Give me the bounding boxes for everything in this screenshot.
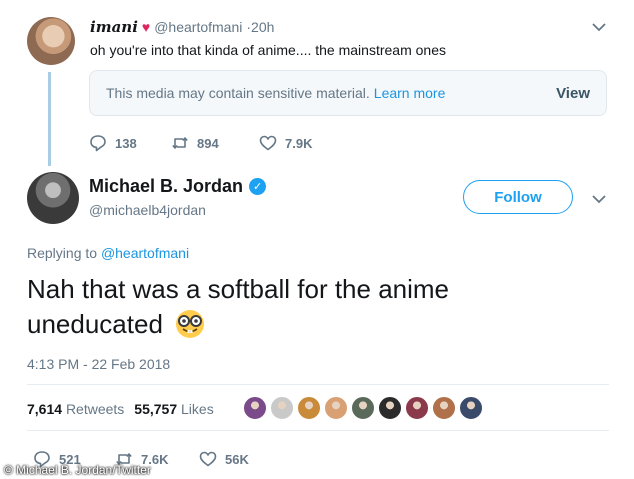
liker-avatar[interactable]	[243, 396, 267, 420]
heart-icon	[199, 451, 217, 467]
retweet-total: 7,614	[27, 401, 63, 417]
liker-avatar[interactable]	[459, 396, 483, 420]
tweet-text: Nah that was a softball for the anime un…	[27, 272, 587, 342]
liker-avatar[interactable]	[351, 396, 375, 420]
avatar[interactable]	[27, 172, 79, 224]
likes-stat[interactable]: 55,757 Likes	[134, 401, 213, 417]
view-media-button[interactable]: View	[556, 85, 590, 102]
follow-button[interactable]: Follow	[463, 180, 573, 214]
liker-avatar[interactable]	[324, 396, 348, 420]
liker-avatars	[243, 396, 483, 420]
like-total: 55,757	[134, 401, 178, 417]
retweet-count: 894	[197, 135, 219, 151]
photo-credit: © Michael B. Jordan/Twitter	[4, 463, 151, 477]
retweet-button[interactable]: 894	[171, 134, 259, 152]
reply-count: 138	[115, 135, 137, 151]
like-button[interactable]: 7.9K	[259, 134, 312, 152]
author-name[interactable]: Michael B. Jordan	[89, 176, 243, 197]
retweets-stat[interactable]: 7,614 Retweets	[27, 401, 124, 417]
heart-icon	[259, 135, 277, 151]
sensitive-media-notice: This media may contain sensitive materia…	[89, 70, 607, 116]
retweets-label: Retweets	[65, 401, 125, 417]
engagement-stats: 7,614 Retweets 55,757 Likes	[27, 401, 214, 417]
liker-avatar[interactable]	[378, 396, 402, 420]
divider	[27, 430, 609, 431]
reply-button[interactable]: 138	[89, 134, 171, 152]
tweet-timestamp[interactable]: 4:13 PM - 22 Feb 2018	[27, 356, 170, 372]
tweet-time[interactable]: ·20h	[246, 19, 274, 35]
liker-avatar[interactable]	[297, 396, 321, 420]
retweet-icon	[172, 137, 188, 149]
author-handle[interactable]: @heartofmani	[154, 19, 242, 35]
author-name[interactable]: imani	[90, 18, 138, 36]
replying-to-handle-link[interactable]: @heartofmani	[101, 245, 189, 261]
learn-more-link[interactable]: Learn more	[374, 85, 446, 101]
heart-emoji-icon: ♥	[141, 19, 151, 35]
chevron-down-icon[interactable]	[592, 194, 606, 204]
liker-avatar[interactable]	[405, 396, 429, 420]
replying-to: Replying to @heartofmani	[27, 245, 189, 261]
like-count: 7.9K	[285, 135, 313, 151]
thread-line	[48, 72, 51, 166]
divider	[27, 384, 609, 385]
replying-to-label: Replying to	[27, 245, 98, 261]
nerd-face-emoji-icon	[176, 310, 205, 338]
likes-label: Likes	[181, 401, 214, 417]
tweet-text: oh you're into that kinda of anime.... t…	[90, 42, 446, 58]
parent-tweet-actions: 138 894 7.9K	[89, 134, 312, 152]
parent-tweet-header: imani ♥ @heartofmani ·20h	[90, 18, 274, 36]
author-name-row: Michael B. Jordan ✓	[89, 176, 267, 197]
liker-avatar[interactable]	[432, 396, 456, 420]
like-button[interactable]: 56K	[199, 450, 249, 468]
avatar[interactable]	[27, 17, 75, 65]
media-notice-text: This media may contain sensitive materia…	[106, 85, 370, 101]
reply-icon	[90, 135, 106, 152]
verified-badge-icon: ✓	[249, 178, 267, 195]
tweet-text-content: Nah that was a softball for the anime un…	[27, 274, 450, 339]
liker-avatar[interactable]	[270, 396, 294, 420]
chevron-down-icon[interactable]	[592, 22, 606, 32]
like-count: 56K	[225, 451, 249, 467]
author-handle[interactable]: @michaelb4jordan	[89, 202, 206, 218]
